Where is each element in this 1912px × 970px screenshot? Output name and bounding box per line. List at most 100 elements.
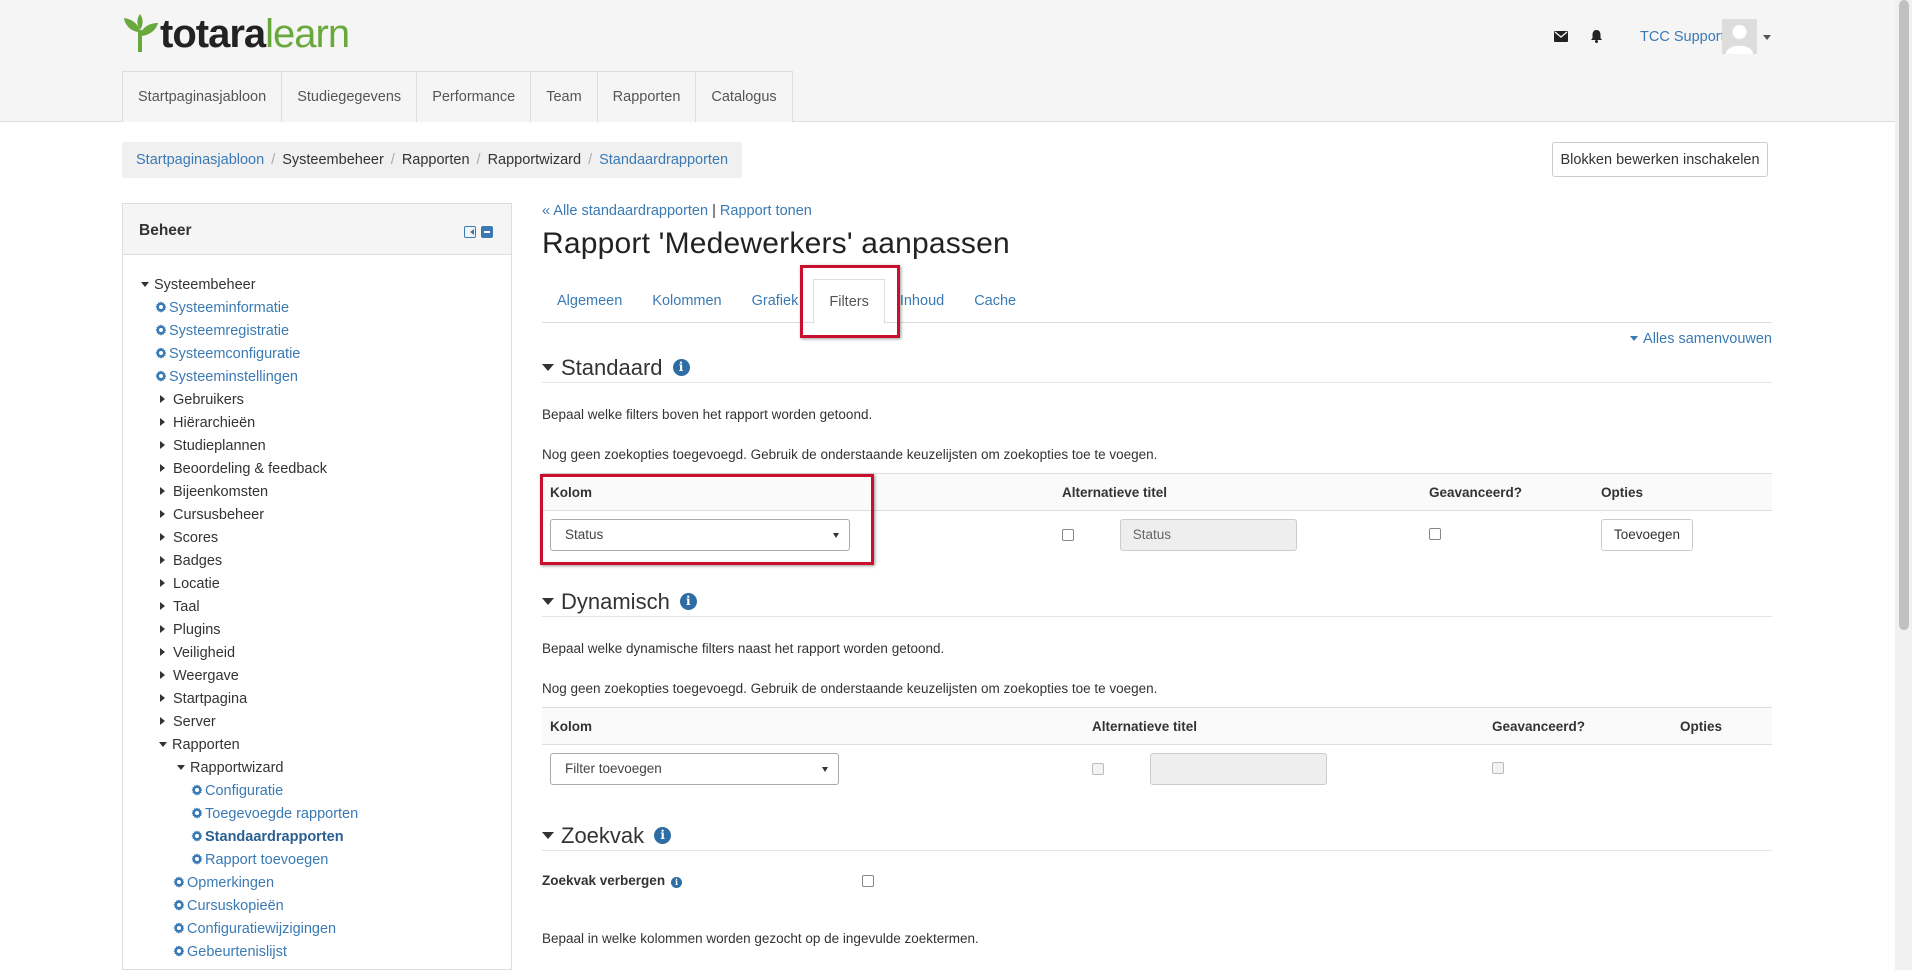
edit-blocks-button[interactable]: Blokken bewerken inschakelen	[1552, 142, 1768, 177]
tree-item[interactable]: Systeemconfiguratie	[141, 343, 358, 366]
breadcrumb-separator: /	[390, 152, 395, 168]
add-filter-button[interactable]: Toevoegen	[1601, 519, 1694, 551]
tree-item[interactable]: Systeeminformatie	[141, 297, 358, 320]
breadcrumb-item-rapportwizard[interactable]: Rapportwizard	[488, 152, 582, 168]
nav-item-studiegegevens[interactable]: Studiegegevens	[282, 72, 418, 122]
show-report-link[interactable]: Rapport tonen	[720, 203, 812, 219]
breadcrumb-item-standaardrapporten[interactable]: Standaardrapporten	[599, 152, 728, 168]
tree-item-label: Beoordeling & feedback	[173, 461, 327, 477]
tree-item[interactable]: Beoordeling & feedback	[141, 458, 358, 481]
nav-item-performance[interactable]: Performance	[417, 72, 532, 122]
tab-cache[interactable]: Cache	[959, 279, 1031, 322]
standard-custom-title-checkbox[interactable]	[1062, 529, 1074, 541]
tree-item[interactable]: Startpagina	[141, 688, 358, 711]
tree-item-label: Server	[173, 714, 216, 730]
user-menu-caret-icon[interactable]	[1763, 35, 1771, 40]
tree-item[interactable]: Server	[141, 711, 358, 734]
gear-icon	[155, 346, 169, 362]
info-icon[interactable]: i	[671, 877, 683, 888]
standard-alt-title-input[interactable]: Status	[1119, 519, 1297, 551]
hide-search-checkbox[interactable]	[862, 875, 874, 887]
all-standard-reports-link[interactable]: « Alle standaardrapporten	[542, 203, 708, 219]
admin-block: Beheer Systeembeheer Systeeminformatie Sys…	[122, 203, 512, 970]
tree-item[interactable]: Rapporten	[141, 734, 358, 757]
tree-item[interactable]: Weergave	[141, 665, 358, 688]
tab-kolommen[interactable]: Kolommen	[637, 279, 736, 322]
gear-icon	[173, 875, 187, 891]
standard-advanced-checkbox[interactable]	[1429, 527, 1441, 540]
logo-text-totara: totara	[160, 11, 266, 56]
tree-item[interactable]: Standaardrapporten	[141, 826, 358, 849]
tree-item[interactable]: Rapport toevoegen	[141, 849, 358, 872]
tree-item-label: Scores	[173, 530, 219, 546]
tree-item-label: Systeemconfiguratie	[169, 346, 301, 362]
page-scrollbar[interactable]	[1895, 0, 1912, 970]
standard-description: Bepaal welke filters boven het rapport w…	[542, 407, 873, 422]
tree-item[interactable]: Gebruikers	[141, 389, 358, 412]
info-icon[interactable]: i	[672, 359, 690, 376]
sprout-icon	[124, 14, 158, 52]
nav-item-team[interactable]: Team	[531, 72, 598, 122]
tree-item[interactable]: Gebeurtenislijst	[141, 941, 358, 964]
nav-item-rapporten[interactable]: Rapporten	[598, 72, 697, 122]
tree-item[interactable]: Taal	[141, 596, 358, 619]
tree-item-label: Configuratie	[205, 783, 284, 799]
user-menu-name[interactable]: TCC Support	[1640, 29, 1725, 45]
tree-item[interactable]: Bijeenkomsten	[141, 481, 358, 504]
expanded-caret-icon	[159, 742, 167, 747]
bell-icon[interactable]	[1590, 29, 1603, 43]
standard-section-header[interactable]: Standaard i	[542, 353, 1772, 383]
scrollbar-thumb[interactable]	[1899, 0, 1909, 630]
column-header-geavanceerd: Geavanceerd?	[1421, 473, 1593, 511]
tree-item[interactable]: Cursuskopieën	[141, 895, 358, 918]
tree-item[interactable]: Plugins	[141, 619, 358, 642]
tree-item[interactable]: Studieplannen	[141, 435, 358, 458]
collapse-block-icon[interactable]	[481, 226, 493, 238]
tree-item[interactable]: Badges	[141, 550, 358, 573]
dynamic-section-header[interactable]: Dynamisch i	[542, 587, 1772, 617]
tree-item[interactable]: Hiërarchieën	[141, 412, 358, 435]
tree-item[interactable]: Veiligheid	[141, 642, 358, 665]
tree-item[interactable]: Systeembeheer	[141, 274, 358, 297]
gear-icon	[155, 369, 169, 385]
tree-item[interactable]: Scores	[141, 527, 358, 550]
search-section-header[interactable]: Zoekvak i	[542, 821, 1772, 851]
search-description: Bepaal in welke kolommen worden gezocht …	[542, 931, 979, 946]
envelope-icon[interactable]	[1554, 31, 1568, 42]
tree-item[interactable]: Locatie	[141, 573, 358, 596]
breadcrumb-item-rapporten[interactable]: Rapporten	[402, 152, 470, 168]
tree-item[interactable]: Configuratiewijzigingen	[141, 918, 358, 941]
nav-item-startpaginasjabloon[interactable]: Startpaginasjabloon	[123, 72, 283, 122]
top-links: « Alle standaardrapporten | Rapport tone…	[542, 203, 1772, 219]
main-content: « Alle standaardrapporten | Rapport tone…	[540, 203, 1772, 946]
gear-icon	[173, 944, 187, 960]
gear-icon	[191, 806, 205, 822]
dynamic-advanced-checkbox	[1492, 761, 1504, 774]
dynamic-column-select[interactable]: Filter toevoegen	[550, 753, 839, 785]
gear-icon	[155, 323, 169, 339]
tree-item[interactable]: Cursusbeheer	[141, 504, 358, 527]
expanded-caret-icon	[177, 765, 185, 770]
tree-item[interactable]: Opmerkingen	[141, 872, 358, 895]
totara-learn-logo[interactable]: totara learn	[122, 11, 350, 56]
breadcrumb-item-startpaginasjabloon[interactable]: Startpaginasjabloon	[136, 152, 264, 168]
avatar[interactable]	[1722, 19, 1757, 54]
breadcrumb-item-systeembeheer[interactable]: Systeembeheer	[282, 152, 384, 168]
nav-item-catalogus[interactable]: Catalogus	[696, 72, 791, 122]
tree-item-label: Weergave	[173, 668, 239, 684]
column-header-opties: Opties	[1593, 473, 1772, 511]
tree-item[interactable]: Toegevoegde rapporten	[141, 803, 358, 826]
tree-item-label: Veiligheid	[173, 645, 236, 661]
dynamic-description: Bepaal welke dynamische filters naast he…	[542, 641, 945, 656]
info-icon[interactable]: i	[654, 827, 672, 844]
tree-item[interactable]: Rapportwizard	[141, 757, 358, 780]
collapse-all-link[interactable]: Alles samenvouwen	[1630, 331, 1772, 347]
tree-item[interactable]: Systeemregistratie	[141, 320, 358, 343]
tree-item-label: Systeemregistratie	[169, 323, 290, 339]
info-icon[interactable]: i	[679, 593, 697, 610]
dock-block-icon[interactable]	[464, 226, 476, 238]
tree-item-label: Gebeurtenislijst	[187, 944, 287, 960]
tree-item[interactable]: Systeeminstellingen	[141, 366, 358, 389]
tree-item[interactable]: Configuratie	[141, 780, 358, 803]
tab-algemeen[interactable]: Algemeen	[542, 279, 637, 322]
